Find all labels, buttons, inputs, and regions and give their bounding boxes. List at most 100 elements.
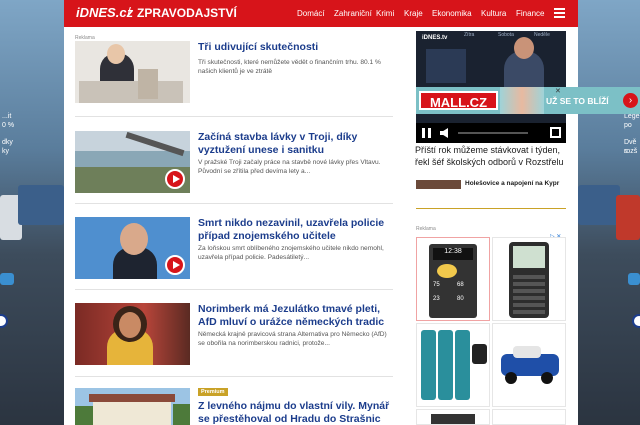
product-shape: [437, 264, 457, 278]
close-icon[interactable]: ✕: [555, 87, 561, 95]
volume-muted-icon[interactable]: [440, 128, 448, 138]
thumb-shape: [120, 223, 148, 255]
ad-circle-button[interactable]: [632, 314, 640, 328]
article-perex: Za loňskou smrt oblíbeného znojemského u…: [198, 245, 384, 261]
ad-text-line: ky: [2, 148, 9, 155]
thumb-shape: [75, 406, 93, 425]
product-readout: 12:38: [433, 248, 473, 260]
product-ad-weather-station[interactable]: 12:38 75 68 23 80: [416, 237, 490, 321]
article-thumbnail[interactable]: [75, 303, 190, 365]
article-perex: V pražské Troji začaly práce na stavbě n…: [198, 159, 381, 175]
premium-badge: Premium: [198, 388, 228, 396]
product-shape: [513, 246, 545, 268]
background-ad-right[interactable]: Lege po Dvě s rozš: [578, 0, 640, 425]
product-shape: [438, 330, 453, 400]
video-tab: Sobota: [498, 32, 514, 38]
article-perex: Německá krajně pravicová strana Alternat…: [198, 331, 387, 347]
product-shape: [505, 372, 517, 384]
product-readout: 23: [433, 296, 440, 302]
video-frame-shape: [514, 37, 534, 59]
ad-button[interactable]: [628, 273, 640, 285]
hamburger-menu-icon[interactable]: [554, 8, 565, 18]
product-ad-toy-car[interactable]: [492, 323, 566, 407]
nav-item-kraje[interactable]: Kraje: [404, 9, 423, 18]
fullscreen-icon[interactable]: [550, 127, 561, 138]
product-shape: [513, 346, 541, 358]
article-thumbnail[interactable]: [75, 41, 190, 103]
divider: [75, 116, 393, 117]
video-progress-bar[interactable]: [458, 132, 528, 134]
small-story-thumbnail[interactable]: [416, 180, 461, 189]
product-readout: 75: [433, 282, 440, 288]
product-shape: [541, 372, 553, 384]
article-headline[interactable]: Smrt nikdo nezavinil, uzavřela policie p…: [198, 217, 393, 242]
product-shape: [472, 344, 487, 364]
thumb-shape: [79, 81, 183, 103]
ad-container-stack: [18, 185, 64, 225]
article-headline[interactable]: Tři udivující skutečnosti: [198, 41, 393, 54]
product-readout: 68: [457, 282, 464, 288]
chevron-right-icon[interactable]: ›: [623, 93, 638, 108]
section-title[interactable]: ZPRAVODAJSTVÍ: [137, 6, 237, 20]
nav-item-ekonomika[interactable]: Ekonomika: [432, 9, 472, 18]
video-frame-shape: [426, 49, 466, 83]
mall-ad-banner[interactable]: MALL.CZ ✕ UŽ SE TO BLÍŽÍ ›: [416, 87, 640, 114]
product-ad-batteries[interactable]: [416, 323, 490, 407]
article-headline[interactable]: Z levného nájmu do vlastní vily. Mynář s…: [198, 400, 393, 425]
banner-person-image: [500, 87, 544, 114]
ad-container-stack: [578, 185, 620, 225]
article-headline[interactable]: Norimberk má Jezulátko tmavé pleti, AfD …: [198, 303, 393, 328]
nav-item-finance[interactable]: Finance: [516, 9, 544, 18]
ad-text-line: po: [624, 122, 632, 129]
thumb-shape: [93, 400, 171, 425]
thumb-shape: [173, 404, 190, 425]
video-tab: Zítra: [464, 32, 475, 38]
thumb-shape: [89, 394, 175, 402]
ad-text-line: ...it: [2, 113, 12, 120]
product-shape: [431, 414, 475, 424]
nav-item-zahranicni[interactable]: Zahraniční: [334, 9, 372, 18]
article-perex: Tři skutečnosti, které nemůžete vědět o …: [198, 59, 381, 75]
product-shape: [421, 330, 436, 400]
logo-separator: /: [127, 4, 131, 20]
article-headline[interactable]: Začíná stavba lávky v Troji, díky vyztuž…: [198, 131, 393, 156]
thumb-shape: [138, 69, 158, 99]
ad-label: Reklama: [416, 226, 436, 232]
nav-item-domaci[interactable]: Domácí: [297, 9, 325, 18]
video-brand: iDNES.tv: [422, 35, 448, 41]
mall-logo[interactable]: MALL.CZ: [419, 91, 498, 110]
pause-icon[interactable]: [422, 128, 431, 138]
site-header: iDNES.cz / ZPRAVODAJSTVÍ Domácí Zahranič…: [64, 0, 578, 27]
article-thumbnail[interactable]: [75, 217, 190, 279]
product-ad-calculator[interactable]: [492, 237, 566, 321]
thumb-shape: [107, 44, 125, 64]
background-ad-left[interactable]: ...it 0 % dky ky: [0, 0, 64, 425]
product-shape: [513, 272, 545, 314]
video-play-icon[interactable]: [165, 255, 185, 275]
ad-vehicle-image: [616, 195, 640, 240]
product-shape: [455, 330, 470, 400]
nav-item-krimi[interactable]: Krimi: [376, 9, 394, 18]
video-controls: [416, 123, 566, 143]
ad-text-line: dky: [2, 139, 13, 146]
small-story-link[interactable]: Holešovice a napojení na Kypr: [465, 179, 575, 188]
ad-button[interactable]: [0, 273, 14, 285]
nav-item-kultura[interactable]: Kultura: [481, 9, 506, 18]
mall-slogan: UŽ SE TO BLÍŽÍ: [546, 96, 609, 106]
divider: [75, 203, 393, 204]
article-thumbnail[interactable]: [75, 388, 190, 425]
product-readout: 80: [457, 296, 464, 302]
video-caption-link[interactable]: Příští rok můžeme stávkovat i týden, řek…: [415, 145, 567, 168]
ad-text-line: rozš: [624, 148, 638, 155]
product-ad-more[interactable]: [416, 409, 490, 425]
divider: [75, 376, 393, 377]
site-logo[interactable]: iDNES.cz: [76, 5, 133, 20]
thumb-shape: [119, 312, 141, 338]
product-ad-more[interactable]: [492, 409, 566, 425]
video-play-icon[interactable]: [165, 169, 185, 189]
divider: [75, 289, 393, 290]
ad-circle-button[interactable]: [0, 314, 8, 328]
article-thumbnail[interactable]: [75, 131, 190, 193]
main-content: Reklama Tři udivující skutečnosti Tři sk…: [64, 27, 406, 425]
video-tab: Neděle: [534, 32, 550, 38]
